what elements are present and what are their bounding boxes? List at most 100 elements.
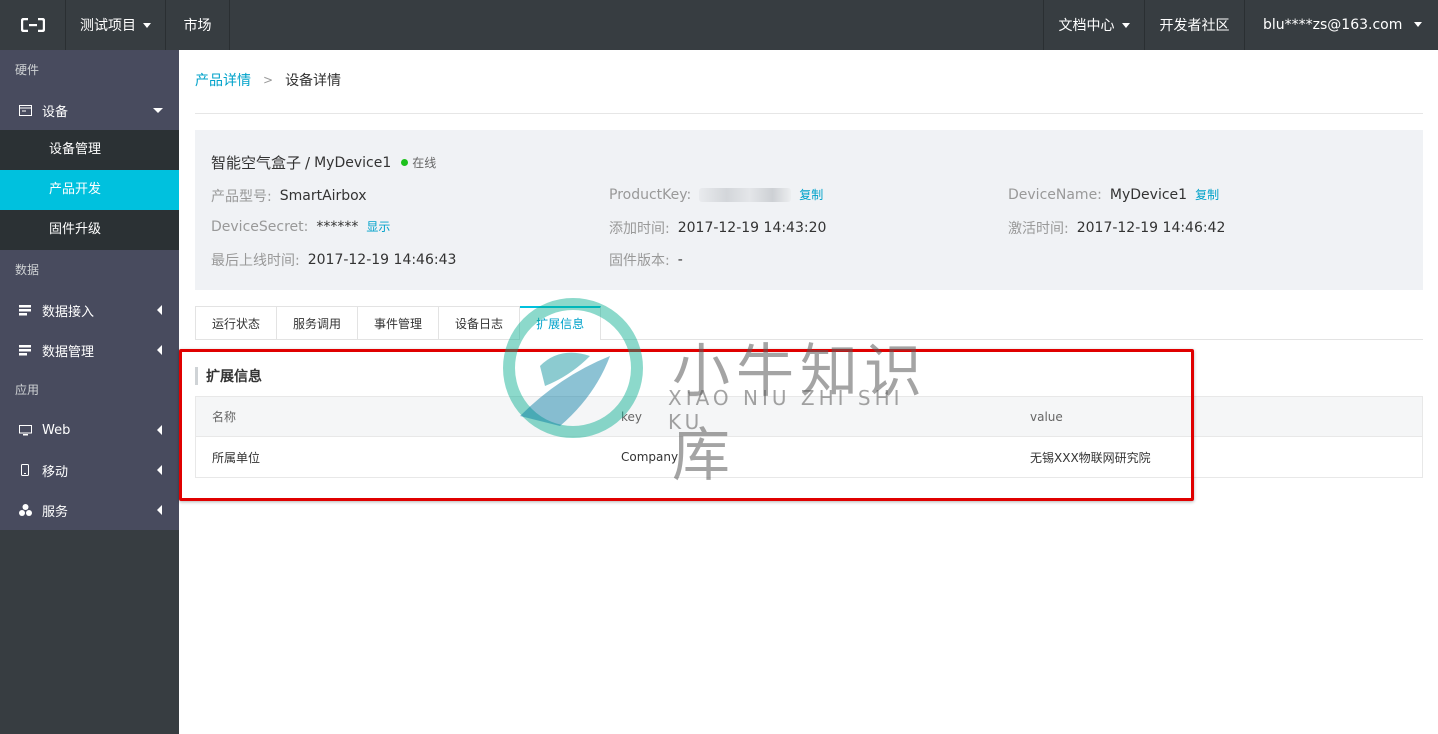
cell-key: Company — [621, 450, 679, 464]
column-header-value: value — [1030, 409, 1063, 424]
device-info-panel: 智能空气盒子 / MyDevice1 在线 产品型号: SmartAirbox … — [195, 130, 1423, 290]
field-value: ****** — [316, 218, 359, 235]
title-accent-bar — [195, 367, 198, 385]
last-online-field: 最后上线时间: 2017-12-19 14:46:43 — [211, 250, 456, 270]
sidebar-section-data: 数据 — [15, 263, 40, 277]
breadcrumb: 产品详情 > 设备详情 — [195, 70, 341, 90]
device-title: 智能空气盒子 / MyDevice1 在线 — [211, 152, 436, 173]
sidebar-item-data-access[interactable]: 数据接入 — [0, 290, 179, 330]
sidebar-item-mobile[interactable]: 移动 — [0, 450, 179, 490]
sidebar-item-data-mgmt[interactable]: 数据管理 — [0, 330, 179, 370]
online-status-icon — [401, 159, 409, 166]
top-navbar: 测试项目 市场 文档中心 开发者社区 blu****zs@163.com — [0, 0, 1438, 50]
cell-value: 无锡XXX物联网研究院 — [1030, 450, 1151, 465]
sidebar-item-product-dev[interactable]: 产品开发 — [0, 170, 179, 210]
breadcrumb-current: 设备详情 — [285, 73, 342, 89]
section-title: 扩展信息 — [195, 367, 262, 385]
monitor-icon — [18, 423, 32, 437]
project-label: 测试项目 — [80, 18, 136, 34]
database-icon — [18, 303, 32, 317]
field-label: 最后上线时间: — [211, 253, 300, 269]
field-label: DeviceSecret: — [211, 218, 309, 235]
market-link[interactable]: 市场 — [166, 0, 230, 50]
sidebar-section-app: 应用 — [15, 383, 40, 397]
field-label: DeviceName: — [1008, 186, 1102, 203]
activated-time-field: 激活时间: 2017-12-19 14:46:42 — [1008, 218, 1225, 238]
sidebar-item-firmware[interactable]: 固件升级 — [0, 210, 179, 250]
field-value: 2017-12-19 14:43:20 — [677, 220, 827, 236]
field-label: 固件版本: — [609, 253, 670, 269]
field-value: 2017-12-19 14:46:43 — [307, 252, 457, 268]
breadcrumb-product-detail[interactable]: 产品详情 — [195, 70, 251, 90]
docs-dropdown[interactable]: 文档中心 — [1043, 0, 1144, 50]
sidebar-item-device-mgmt[interactable]: 设备管理 — [0, 130, 179, 170]
device-name-field: DeviceName: MyDevice1 复制 — [1008, 186, 1219, 203]
field-value: - — [677, 252, 683, 268]
column-header-name: 名称 — [212, 410, 237, 424]
user-menu[interactable]: blu****zs@163.com — [1244, 0, 1438, 50]
chevron-left-icon — [157, 505, 162, 515]
chevron-left-icon — [157, 465, 162, 475]
tab-run-status[interactable]: 运行状态 — [195, 306, 278, 340]
chevron-left-icon — [157, 305, 162, 315]
chevron-right-icon: > — [263, 73, 274, 87]
sidebar-item-device[interactable]: 设备 — [0, 90, 179, 130]
cell-name: 所属单位 — [212, 450, 261, 465]
sidebar-item-label: 数据管理 — [42, 344, 95, 360]
dev-community-label: 开发者社区 — [1159, 18, 1230, 34]
field-label: 激活时间: — [1008, 221, 1069, 237]
sidebar-item-label: 数据接入 — [42, 304, 95, 320]
sidebar-item-web[interactable]: Web — [0, 410, 179, 450]
sidebar: 硬件 设备 设备管理 产品开发 固件升级 数据 数据接入 数据管理 应用 Web… — [0, 50, 179, 734]
copy-product-key-button[interactable]: 复制 — [799, 186, 823, 203]
sidebar-item-label: 设备 — [42, 104, 69, 120]
sidebar-item-service[interactable]: 服务 — [0, 490, 179, 530]
model-field: 产品型号: SmartAirbox — [211, 186, 367, 206]
blurred-product-key — [699, 187, 792, 202]
sidebar-section-hardware: 硬件 — [15, 63, 40, 77]
chevron-left-icon — [157, 425, 162, 435]
docs-label: 文档中心 — [1058, 18, 1115, 34]
aliyun-logo-icon — [20, 18, 45, 32]
chevron-left-icon — [157, 345, 162, 355]
field-label: 产品型号: — [211, 189, 272, 205]
column-header-key: key — [621, 409, 643, 424]
caret-down-icon — [1121, 22, 1130, 28]
copy-device-name-button[interactable]: 复制 — [1195, 186, 1219, 203]
caret-down-icon — [143, 22, 151, 28]
market-label: 市场 — [183, 18, 212, 34]
added-time-field: 添加时间: 2017-12-19 14:43:20 — [609, 218, 826, 238]
tab-device-log[interactable]: 设备日志 — [439, 306, 521, 340]
user-email: blu****zs@163.com — [1263, 17, 1403, 33]
field-value: SmartAirbox — [279, 188, 367, 204]
database-icon — [18, 343, 32, 357]
logo-button[interactable] — [0, 0, 66, 50]
show-secret-button[interactable]: 显示 — [366, 218, 390, 235]
sidebar-item-label: Web — [42, 422, 71, 438]
chevron-down-icon — [153, 108, 163, 113]
device-name: MyDevice1 — [314, 154, 392, 171]
tab-event-mgmt[interactable]: 事件管理 — [358, 306, 440, 340]
main-content: 产品详情 > 设备详情 智能空气盒子 / MyDevice1 在线 产品型号: … — [179, 50, 1438, 734]
caret-down-icon — [1414, 22, 1422, 27]
cubes-icon — [18, 503, 32, 517]
tab-ext-info[interactable]: 扩展信息 — [520, 306, 602, 340]
product-name: 智能空气盒子 — [211, 154, 302, 172]
status-badge: 在线 — [412, 156, 437, 170]
tab-service-call[interactable]: 服务调用 — [277, 306, 359, 340]
window-icon — [18, 103, 32, 117]
field-label: ProductKey: — [609, 186, 692, 203]
section-title-text: 扩展信息 — [206, 369, 262, 385]
sidebar-item-label: 移动 — [42, 464, 69, 480]
mobile-icon — [18, 463, 32, 477]
divider — [195, 113, 1423, 114]
project-dropdown[interactable]: 测试项目 — [66, 0, 166, 50]
field-value: MyDevice1 — [1109, 186, 1188, 203]
ext-info-table: 名称 key value 所属单位 Company 无锡XXX物联网研究院 — [195, 396, 1423, 478]
table-row: 所属单位 Company 无锡XXX物联网研究院 — [196, 437, 1422, 477]
table-header: 名称 key value — [196, 397, 1422, 437]
product-key-field: ProductKey: 复制 — [609, 186, 823, 203]
firmware-field: 固件版本: - — [609, 250, 683, 270]
secret-field: DeviceSecret: ****** 显示 — [211, 218, 390, 235]
dev-community-link[interactable]: 开发者社区 — [1144, 0, 1244, 50]
